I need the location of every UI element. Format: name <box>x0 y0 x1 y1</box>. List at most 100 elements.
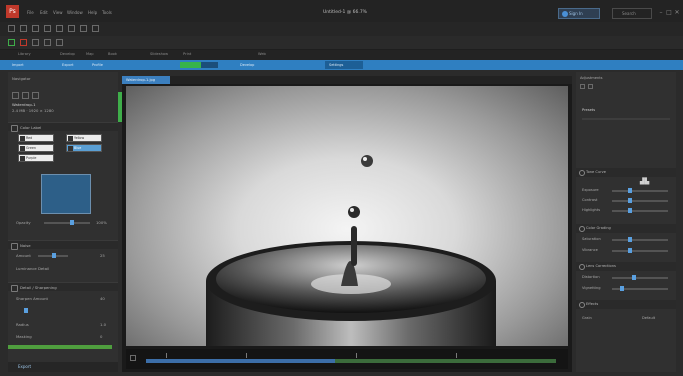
play-icon[interactable] <box>130 355 136 361</box>
water-drop-photo[interactable] <box>126 86 568 346</box>
highlights-thumb[interactable] <box>628 208 632 213</box>
lens-icon <box>579 264 585 270</box>
rotate-icon[interactable] <box>56 39 63 46</box>
label-yellow-button[interactable]: Yellow <box>66 134 102 142</box>
settings-button[interactable]: Settings <box>325 61 363 69</box>
tab-develop[interactable]: Develop <box>60 52 75 56</box>
sharpen-section[interactable]: Detail / Sharpening <box>8 282 118 292</box>
settings-icon[interactable] <box>92 25 99 32</box>
distortion-slider[interactable] <box>612 277 668 279</box>
vibrance-slider[interactable] <box>612 250 668 252</box>
noise-section[interactable]: Noise <box>8 240 118 250</box>
effects-section[interactable]: Effects <box>576 300 676 309</box>
tab-map[interactable]: Map <box>86 52 94 56</box>
exposure-label: Exposure <box>582 188 599 192</box>
list-icon[interactable] <box>588 84 593 89</box>
right-panel: Adjustments Presets Tone Curve ▟▙ Exposu… <box>576 72 676 372</box>
tab-slideshow[interactable]: Slideshow <box>150 52 168 56</box>
color-grading-section[interactable]: Color Grading <box>576 224 676 233</box>
maximize-icon[interactable]: □ <box>665 9 673 17</box>
file-info: 2.4 MB · 1920 × 1280 <box>12 108 54 113</box>
check-icon[interactable] <box>8 39 15 46</box>
menu-edit[interactable]: Edit <box>40 10 48 15</box>
saturation-thumb[interactable] <box>628 237 632 242</box>
forward-icon[interactable] <box>32 25 39 32</box>
menu-help[interactable]: Help <box>88 10 97 15</box>
brush-icon[interactable] <box>80 25 87 32</box>
contrast-slider[interactable] <box>612 200 668 202</box>
distortion-label: Distortion <box>582 275 600 279</box>
profile-button[interactable]: Profile <box>92 62 103 68</box>
effects-icon <box>579 302 585 308</box>
color-label-section[interactable]: Color Label <box>8 122 118 132</box>
develop-button[interactable]: Develop <box>240 62 254 68</box>
label-red-button[interactable]: Red <box>18 134 54 142</box>
noise-slider-thumb[interactable] <box>52 253 56 258</box>
timeline-marker <box>246 353 247 358</box>
highlights-slider[interactable] <box>612 210 668 212</box>
timeline[interactable] <box>126 349 568 369</box>
settings-label: Settings <box>329 63 344 67</box>
presets-label: Presets <box>582 108 596 112</box>
star-icon[interactable] <box>44 39 51 46</box>
timeline-marker <box>356 353 357 358</box>
sign-in-button[interactable]: Sign In <box>558 8 600 19</box>
histogram-icon: ▟▙ <box>640 178 650 185</box>
timeline-remaining[interactable] <box>334 359 556 363</box>
lens-corrections-section[interactable]: Lens Corrections <box>576 262 676 271</box>
opacity-slider-thumb[interactable] <box>70 220 74 225</box>
toolbar-secondary <box>0 36 683 50</box>
saturation-slider[interactable] <box>612 239 668 241</box>
menu-window[interactable]: Window <box>67 10 83 15</box>
file-name: Waterdrop-1 <box>12 102 36 107</box>
import-button[interactable]: Import <box>12 62 24 68</box>
minimize-icon[interactable]: – <box>657 9 665 17</box>
flag-icon[interactable] <box>32 39 39 46</box>
crop-icon[interactable] <box>68 25 75 32</box>
distortion-thumb[interactable] <box>632 275 636 280</box>
zoom-fill-icon[interactable] <box>22 92 29 99</box>
user-icon <box>562 11 568 17</box>
vignetting-thumb[interactable] <box>620 286 624 291</box>
redo-icon[interactable] <box>56 25 63 32</box>
sharpen-icon <box>11 285 18 292</box>
exposure-slider[interactable] <box>612 190 668 192</box>
color-swatch[interactable] <box>41 174 91 214</box>
sharpen-slider-thumb[interactable] <box>24 308 28 313</box>
noise-icon <box>11 243 18 250</box>
label-purple-button[interactable]: Purple <box>18 154 54 162</box>
tone-curve-section[interactable]: Tone Curve <box>576 168 676 177</box>
tab-web[interactable]: Web <box>258 52 266 56</box>
reject-icon[interactable] <box>20 39 27 46</box>
menu-view[interactable]: View <box>53 10 63 15</box>
undo-icon[interactable] <box>44 25 51 32</box>
label-blue-button[interactable]: Blue <box>66 144 102 152</box>
vibrance-thumb[interactable] <box>628 248 632 253</box>
timeline-played[interactable] <box>146 359 335 363</box>
viewer-tab[interactable]: Waterdrop-1.jpg <box>122 76 170 84</box>
tab-library[interactable]: Library <box>18 52 31 56</box>
contrast-thumb[interactable] <box>628 198 632 203</box>
tab-print[interactable]: Print <box>183 52 191 56</box>
noise-label: Amount <box>16 253 31 258</box>
back-icon[interactable] <box>20 25 27 32</box>
zoom-100-icon[interactable] <box>32 92 39 99</box>
export-button[interactable]: Export <box>62 62 73 68</box>
grid-icon[interactable] <box>580 84 585 89</box>
search-button[interactable]: Search <box>612 8 652 19</box>
color-icon <box>11 125 18 132</box>
menu-tools[interactable]: Tools <box>102 10 112 15</box>
label-green-button[interactable]: Green <box>18 144 54 152</box>
tab-book[interactable]: Book <box>108 52 117 56</box>
saturation-label: Saturation <box>582 237 601 241</box>
zoom-fit-icon[interactable] <box>12 92 19 99</box>
close-icon[interactable]: ✕ <box>673 9 681 17</box>
exposure-thumb[interactable] <box>628 188 632 193</box>
menu-file[interactable]: File <box>27 10 34 15</box>
grain-value[interactable]: Default <box>642 316 655 320</box>
noise-sub-label: Luminance Detail <box>16 266 50 271</box>
home-icon[interactable] <box>8 25 15 32</box>
opacity-slider[interactable] <box>44 222 90 224</box>
sign-in-label: Sign In <box>569 11 583 16</box>
export-button-bottom[interactable]: Export <box>8 362 118 372</box>
